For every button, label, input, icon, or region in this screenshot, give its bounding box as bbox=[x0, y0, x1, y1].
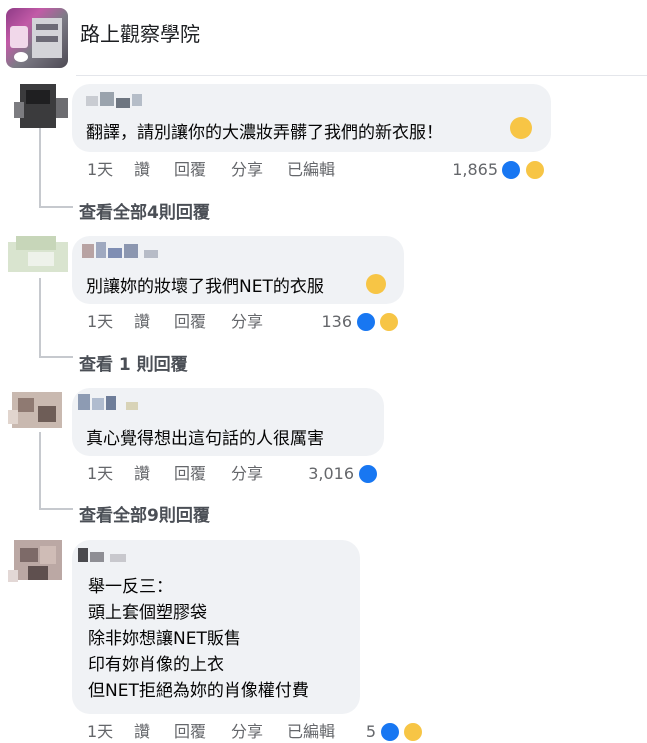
emoji-icon bbox=[510, 117, 532, 139]
thread-line bbox=[39, 128, 41, 208]
reaction-count[interactable]: 136 bbox=[300, 311, 352, 333]
timestamp: 1天 bbox=[87, 160, 114, 179]
like-button[interactable]: 讚 bbox=[134, 159, 150, 181]
comment-line: 頭上套個塑膠袋 bbox=[88, 603, 207, 623]
commenter-name[interactable] bbox=[78, 394, 140, 412]
comment-line: 印有妳肖像的上衣 bbox=[88, 655, 224, 675]
reaction-count[interactable]: 1,865 bbox=[440, 159, 498, 181]
timestamp: 1天 bbox=[87, 464, 114, 483]
comment-line: 除非妳想讓NET販售 bbox=[88, 629, 241, 649]
page-avatar[interactable] bbox=[6, 8, 68, 68]
thread-line bbox=[39, 206, 73, 208]
reaction-count[interactable]: 3,016 bbox=[290, 463, 354, 485]
like-button[interactable]: 讚 bbox=[134, 311, 150, 333]
comment-actions: 1天 讚 回覆 分享 bbox=[87, 463, 307, 485]
like-icon bbox=[355, 311, 377, 333]
view-replies-link[interactable]: 查看全部9則回覆 bbox=[79, 501, 210, 526]
thread-line bbox=[39, 508, 73, 510]
header-divider bbox=[76, 75, 647, 76]
reply-button[interactable]: 回覆 bbox=[174, 311, 206, 333]
reply-button[interactable]: 回覆 bbox=[174, 159, 206, 181]
comment-bubble: 真心覺得想出這句話的人很厲害 bbox=[72, 388, 384, 456]
commenter-name[interactable] bbox=[82, 242, 162, 260]
page-title[interactable]: 路上觀察學院 bbox=[80, 18, 200, 47]
comment-text: 翻譯，請別讓你的大濃妝弄髒了我們的新衣服！ bbox=[86, 123, 443, 143]
comment-line: 但NET拒絕為妳的肖像權付費 bbox=[88, 681, 309, 701]
comment-text: 舉一反三： 頭上套個塑膠袋 除非妳想讓NET販售 印有妳肖像的上衣 但NET拒絕… bbox=[88, 574, 309, 704]
share-button[interactable]: 分享 bbox=[231, 311, 263, 333]
page-header: 路上觀察學院 bbox=[0, 0, 647, 76]
comment-bubble: 別讓妳的妝壞了我們NET的衣服 bbox=[72, 236, 404, 304]
thread-line bbox=[39, 432, 41, 510]
edited-label: 已編輯 bbox=[287, 160, 336, 179]
avatar[interactable] bbox=[8, 388, 68, 432]
commenter-name[interactable] bbox=[86, 92, 142, 110]
thread-line bbox=[39, 356, 73, 358]
share-button[interactable]: 分享 bbox=[231, 159, 263, 181]
commenter-name[interactable] bbox=[78, 546, 138, 564]
comment-line: 舉一反三： bbox=[88, 577, 173, 597]
avatar[interactable] bbox=[8, 540, 68, 584]
like-button[interactable]: 讚 bbox=[134, 463, 150, 485]
view-replies-link[interactable]: 查看全部4則回覆 bbox=[79, 198, 210, 223]
comment-actions: 1天 讚 回覆 分享 已編輯 bbox=[87, 159, 387, 181]
like-icon bbox=[500, 159, 522, 181]
comment-actions: 1天 讚 回覆 分享 bbox=[87, 311, 307, 333]
timestamp: 1天 bbox=[87, 312, 114, 331]
haha-icon bbox=[524, 159, 546, 181]
comment-text: 別讓妳的妝壞了我們NET的衣服 bbox=[86, 277, 324, 297]
avatar[interactable] bbox=[8, 236, 68, 280]
reply-button[interactable]: 回覆 bbox=[174, 463, 206, 485]
comment-bubble: 舉一反三： 頭上套個塑膠袋 除非妳想讓NET販售 印有妳肖像的上衣 但NET拒絕… bbox=[72, 540, 360, 714]
comment-bubble: 翻譯，請別讓你的大濃妝弄髒了我們的新衣服！ bbox=[72, 84, 551, 152]
view-replies-link[interactable]: 查看 1 則回覆 bbox=[79, 350, 188, 375]
share-button[interactable]: 分享 bbox=[231, 463, 263, 485]
comment-text: 真心覺得想出這句話的人很厲害 bbox=[86, 429, 324, 449]
avatar[interactable] bbox=[12, 84, 72, 128]
emoji-icon bbox=[366, 274, 386, 294]
haha-icon bbox=[378, 311, 400, 333]
like-icon bbox=[357, 463, 379, 485]
thread-line bbox=[39, 278, 41, 358]
